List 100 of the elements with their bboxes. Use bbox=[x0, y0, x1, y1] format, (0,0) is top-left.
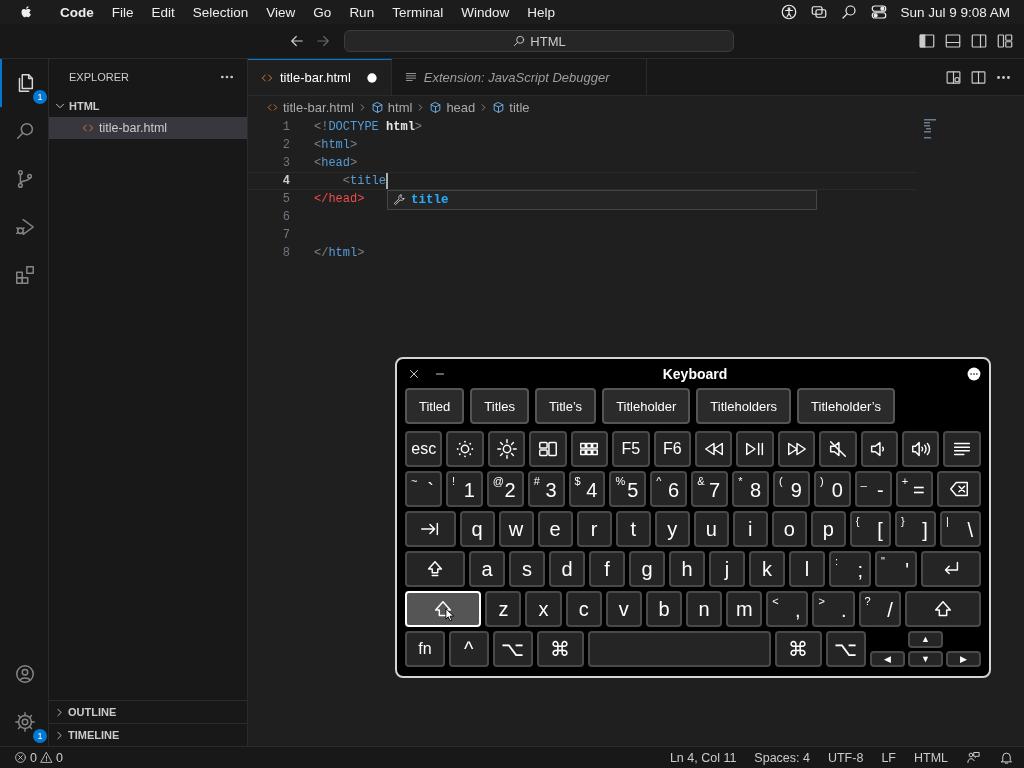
search-icon[interactable] bbox=[14, 120, 36, 142]
split-editor-icon[interactable] bbox=[970, 68, 987, 86]
suggestion-button[interactable]: Titleholder bbox=[602, 388, 691, 424]
suggestion-button[interactable]: Titled bbox=[405, 388, 465, 424]
key[interactable]: " ' bbox=[875, 551, 917, 587]
suggestion-button[interactable]: Titleholder’s bbox=[797, 388, 895, 424]
secondary-sidebar-layout-icon[interactable] bbox=[970, 32, 988, 50]
key[interactable] bbox=[921, 551, 981, 587]
control-center-icon[interactable] bbox=[870, 3, 889, 21]
key[interactable]: + = bbox=[895, 471, 933, 507]
key[interactable]: @2 bbox=[486, 471, 524, 507]
sidebar-layout-icon[interactable] bbox=[918, 32, 936, 50]
key[interactable]: ▼ bbox=[907, 650, 943, 667]
command-center-search[interactable]: HTML bbox=[344, 30, 734, 52]
breadcrumb-item[interactable]: title bbox=[492, 99, 530, 115]
key[interactable] bbox=[736, 431, 774, 467]
key[interactable]: _ - bbox=[854, 471, 892, 507]
key[interactable] bbox=[904, 591, 982, 627]
error-count[interactable]: 0 bbox=[30, 750, 37, 765]
key[interactable]: o bbox=[771, 511, 807, 547]
key[interactable]: s bbox=[509, 551, 545, 587]
key[interactable]: } ] bbox=[894, 511, 936, 547]
key[interactable]: esc bbox=[405, 431, 443, 467]
key[interactable]: g bbox=[629, 551, 665, 587]
key[interactable]: h bbox=[669, 551, 705, 587]
code-line[interactable]: </html> bbox=[314, 246, 365, 260]
key[interactable]: fn bbox=[405, 631, 445, 667]
status-item[interactable]: Ln 4, Col 11 bbox=[669, 750, 737, 765]
options-icon[interactable] bbox=[967, 366, 981, 381]
key[interactable]: b bbox=[645, 591, 682, 627]
key[interactable]: F6 bbox=[653, 431, 691, 467]
key[interactable]: ! 1 bbox=[445, 471, 483, 507]
key[interactable]: < , bbox=[766, 591, 809, 627]
panel-layout-icon[interactable] bbox=[944, 32, 962, 50]
key[interactable]: u bbox=[693, 511, 729, 547]
key[interactable]: F5 bbox=[612, 431, 650, 467]
key[interactable]: | \ bbox=[939, 511, 981, 547]
run-debug-icon[interactable] bbox=[14, 216, 36, 238]
key[interactable] bbox=[694, 431, 733, 467]
extensions-icon[interactable] bbox=[14, 264, 36, 286]
status-item[interactable]: UTF-8 bbox=[827, 750, 864, 765]
breadcrumb-item[interactable]: head bbox=[429, 99, 476, 115]
section-header[interactable]: OUTLINE bbox=[49, 700, 247, 723]
menu-item[interactable]: Selection bbox=[183, 4, 258, 20]
search-icon[interactable] bbox=[840, 3, 859, 21]
key[interactable]: r bbox=[576, 511, 612, 547]
key[interactable] bbox=[860, 431, 899, 467]
key[interactable]: ? / bbox=[858, 591, 901, 627]
key[interactable]: p bbox=[810, 511, 846, 547]
key[interactable]: y bbox=[654, 511, 690, 547]
key[interactable]: x bbox=[525, 591, 562, 627]
key[interactable] bbox=[487, 431, 526, 467]
key[interactable] bbox=[529, 431, 567, 467]
key[interactable] bbox=[936, 471, 981, 507]
key[interactable] bbox=[902, 431, 940, 467]
menu-item[interactable]: Run bbox=[340, 4, 384, 20]
key[interactable]: ◀ bbox=[869, 650, 905, 667]
breadcrumb-item[interactable]: title-bar.html bbox=[266, 99, 354, 115]
suggestion-button[interactable]: Titleholders bbox=[696, 388, 792, 424]
key[interactable]: * 8 bbox=[732, 471, 769, 507]
key[interactable]: ⌥ bbox=[492, 631, 533, 667]
screen-mirroring-icon[interactable] bbox=[810, 3, 829, 21]
customize-layout-icon[interactable] bbox=[996, 32, 1014, 50]
key[interactable]: ▶ bbox=[945, 650, 981, 667]
key[interactable]: d bbox=[549, 551, 585, 587]
key[interactable]: ~ ` bbox=[405, 471, 442, 507]
editor-tab[interactable]: Extension: JavaScript Debugger bbox=[391, 59, 647, 95]
settings-icon[interactable] bbox=[14, 711, 36, 733]
key[interactable]: q bbox=[459, 511, 495, 547]
menu-item[interactable]: Terminal bbox=[383, 4, 453, 20]
status-item[interactable]: HTML bbox=[913, 750, 948, 765]
key[interactable]: m bbox=[726, 591, 763, 627]
key[interactable] bbox=[943, 431, 981, 467]
menu-item[interactable]: Help bbox=[518, 4, 564, 20]
key[interactable]: ⌘ bbox=[774, 631, 822, 667]
breadcrumb-item[interactable]: html bbox=[370, 99, 413, 115]
key[interactable] bbox=[819, 431, 857, 467]
key[interactable]: > . bbox=[812, 591, 855, 627]
suggestion-button[interactable]: Title’s bbox=[534, 388, 597, 424]
bell-icon[interactable] bbox=[999, 750, 1014, 765]
key[interactable] bbox=[446, 431, 484, 467]
menu-item[interactable]: Go bbox=[304, 4, 341, 20]
key[interactable]: { [ bbox=[849, 511, 891, 547]
key[interactable]: c bbox=[565, 591, 602, 627]
code-line[interactable]: <html> bbox=[314, 138, 358, 152]
key[interactable]: l bbox=[789, 551, 825, 587]
key[interactable]: j bbox=[709, 551, 745, 587]
key[interactable]: z bbox=[485, 591, 522, 627]
menu-item[interactable]: View bbox=[257, 4, 305, 20]
code-line[interactable]: <!DOCTYPE html> bbox=[314, 120, 423, 134]
menu-item[interactable]: File bbox=[102, 4, 143, 20]
key[interactable]: & 7 bbox=[691, 471, 729, 507]
key[interactable]: e bbox=[537, 511, 573, 547]
explorer-item[interactable]: title-bar.html bbox=[49, 117, 247, 139]
key[interactable]: w bbox=[498, 511, 534, 547]
editor-tab[interactable]: title-bar.html bbox=[248, 59, 392, 95]
key[interactable]: ( 9 bbox=[773, 471, 810, 507]
suggestion-button[interactable]: Titles bbox=[470, 388, 529, 424]
explorer-item[interactable]: HTML bbox=[49, 95, 247, 117]
key[interactable]: ⌥ bbox=[825, 631, 866, 667]
